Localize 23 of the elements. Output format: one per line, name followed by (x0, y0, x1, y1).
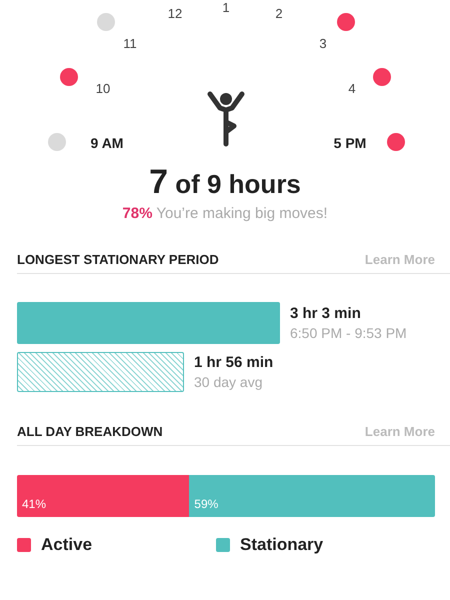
hour-label: 2 (275, 6, 283, 22)
legend-label: Active (41, 535, 92, 555)
duration-value: 1 hr 56 min (194, 354, 274, 371)
progress-message: 78% You’re making big moves! (121, 205, 329, 222)
hour-label: 5 PM (334, 135, 366, 151)
hour-label: 4 (348, 81, 356, 97)
hour-label: 9 AM (90, 135, 124, 151)
duration-detail: 30 day avg (194, 374, 264, 390)
duration-detail: 6:50 PM - 9:53 PM (290, 325, 407, 341)
section-title: LONGEST STATIONARY PERIOD (17, 252, 219, 267)
hour-label: 11 (123, 36, 137, 52)
learn-more-link[interactable]: Learn More (364, 252, 435, 267)
hour-label: 1 (222, 0, 230, 16)
hours-summary: 7 of 9 hours (148, 165, 302, 201)
legend-label: Stationary (240, 535, 324, 555)
section-title: ALL DAY BREAKDOWN (17, 424, 163, 439)
hour-label: 3 (319, 36, 327, 52)
segment-percent: 41% (22, 497, 46, 511)
hour-label: 10 (96, 81, 110, 97)
segment-percent: 59% (194, 497, 218, 511)
duration-value: 3 hr 3 min (290, 305, 362, 322)
hour-label: 12 (168, 6, 182, 22)
learn-more-link[interactable]: Learn More (364, 424, 435, 439)
